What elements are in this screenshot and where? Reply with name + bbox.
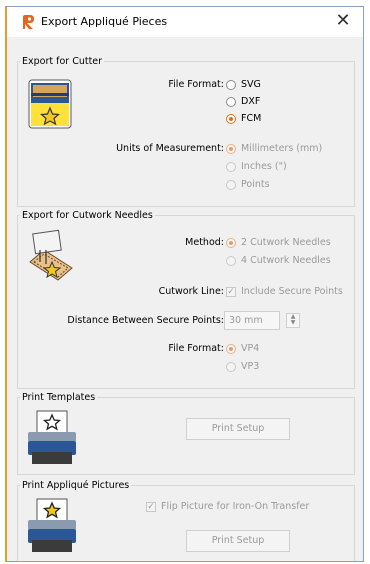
cutter-icon [28,79,72,129]
radio-format-svg[interactable]: SVG [226,79,261,90]
close-icon[interactable]: ✕ [333,10,353,31]
distance-secure-points-input[interactable]: 30 mm [224,311,280,330]
group-title-templates: Print Templates [20,392,98,403]
templates-print-setup-button[interactable]: Print Setup [186,418,290,440]
radio-format-fcm[interactable]: FCM [226,113,261,124]
printer-picture-icon [28,498,76,552]
distance-spinner-button[interactable]: ▲ ▼ [286,313,300,328]
export-for-cutter-group: Export for Cutter File Format: SVG DXF F… [17,56,355,207]
radio-method-4-needles[interactable]: 4 Cutwork Needles [226,255,331,266]
units-of-measurement-label: Units of Measurement: [116,143,224,154]
export-applique-dialog: Export Appliqué Pieces ✕ Export for Cutt… [5,6,364,562]
distance-secure-points-label: Distance Between Secure Points: [67,315,224,326]
include-secure-points-checkbox[interactable]: ✓ Include Secure Points [226,286,343,297]
cutter-file-format-label: File Format: [168,79,224,90]
radio-unit-mm[interactable]: Millimeters (mm) [226,143,322,154]
flip-picture-checkbox[interactable]: ✓ Flip Picture for Iron-On Transfer [146,501,309,512]
cutwork-file-format-label: File Format: [168,343,224,354]
group-title-cutwork: Export for Cutwork Needles [20,210,155,221]
title-bar: Export Appliqué Pieces ✕ [7,7,363,37]
radio-method-2-needles[interactable]: 2 Cutwork Needles [226,237,331,248]
radio-format-vp4[interactable]: VP4 [226,343,259,354]
radio-unit-points[interactable]: Points [226,179,270,190]
app-logo-icon [23,15,34,29]
window-title: Export Appliqué Pieces [41,15,168,28]
export-for-cutwork-needles-group: Export for Cutwork Needles Method: 2 Cut… [17,210,355,389]
radio-format-dxf[interactable]: DXF [226,96,260,107]
method-label: Method: [185,237,224,248]
print-templates-group: Print Templates Print Setup [17,392,355,475]
group-title-pictures: Print Appliqué Pictures [20,480,132,491]
printer-template-icon [28,410,76,464]
cutwork-line-label: Cutwork Line: [158,286,224,297]
pictures-print-setup-button[interactable]: Print Setup [186,530,290,552]
group-title-cutter: Export for Cutter [20,56,105,67]
radio-format-vp3[interactable]: VP3 [226,361,259,372]
radio-unit-inches[interactable]: Inches (") [226,161,287,172]
cutwork-needles-icon [29,229,73,281]
print-applique-pictures-group: Print Appliqué Pictures ✓ Flip Picture fo… [17,480,355,561]
